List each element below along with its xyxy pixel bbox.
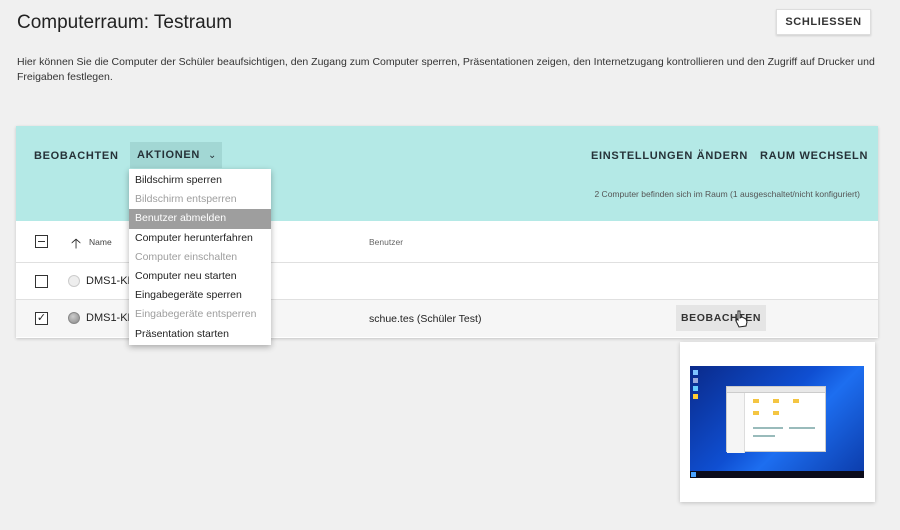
row-checkbox[interactable]	[35, 275, 48, 288]
screen-preview-popup	[680, 342, 875, 502]
desktop-icon	[693, 394, 698, 399]
user-cell: schue.tes (Schüler Test)	[369, 313, 482, 325]
file-entry	[789, 427, 815, 429]
row-observe-button[interactable]: BEOBACHTEN	[676, 305, 766, 331]
row-checkbox-checked[interactable]: ✓	[35, 312, 48, 325]
start-icon	[691, 472, 696, 477]
indeterminate-icon	[38, 240, 45, 243]
desktop-icon	[693, 378, 698, 383]
column-header-user[interactable]: Benutzer	[369, 237, 403, 247]
file-entry	[753, 435, 775, 437]
menu-item-power-on[interactable]: Computer einschalten	[129, 248, 271, 267]
folder-icon	[753, 411, 759, 415]
explorer-window	[726, 386, 826, 453]
menu-item-unlock-screen[interactable]: Bildschirm entsperren	[129, 190, 271, 209]
hand-cursor-icon	[735, 310, 748, 328]
actions-dropdown-button[interactable]: AKTIONEN ⌄	[130, 142, 222, 168]
window-sidebar	[727, 393, 745, 453]
status-off-icon	[68, 275, 80, 287]
change-room-button[interactable]: RAUM WECHSELN	[760, 150, 868, 162]
menu-item-logout-user[interactable]: Benutzer abmelden	[129, 209, 271, 229]
observe-button[interactable]: BEOBACHTEN	[34, 150, 119, 162]
select-all-checkbox[interactable]	[35, 235, 48, 248]
actions-label: AKTIONEN	[137, 149, 201, 161]
page-title: Computerraum: Testraum	[17, 12, 233, 33]
menu-item-unlock-input[interactable]: Eingabegeräte entsperren	[129, 305, 271, 324]
status-on-icon	[68, 312, 80, 324]
room-info-text: 2 Computer befinden sich im Raum (1 ausg…	[594, 189, 860, 199]
folder-icon	[753, 399, 759, 403]
menu-item-lock-screen[interactable]: Bildschirm sperren	[129, 171, 271, 190]
chevron-down-icon: ⌄	[208, 149, 218, 161]
change-settings-button[interactable]: EINSTELLUNGEN ÄNDERN	[591, 150, 748, 162]
actions-menu: Bildschirm sperren Bildschirm entsperren…	[129, 169, 271, 345]
menu-item-restart[interactable]: Computer neu starten	[129, 267, 271, 286]
folder-icon	[793, 399, 799, 403]
menu-item-start-presentation[interactable]: Präsentation starten	[129, 325, 271, 344]
desktop-icon	[693, 370, 698, 375]
folder-icon	[773, 411, 779, 415]
close-button[interactable]: SCHLIESSEN	[776, 9, 871, 35]
file-entry	[753, 427, 783, 429]
sort-ascending-icon[interactable]: 🡡	[71, 233, 81, 257]
taskbar	[690, 471, 864, 478]
page-description: Hier können Sie die Computer der Schüler…	[17, 56, 875, 83]
menu-item-shutdown[interactable]: Computer herunterfahren	[129, 229, 271, 248]
folder-icon	[773, 399, 779, 403]
column-header-name[interactable]: Name	[89, 237, 112, 247]
menu-item-lock-input[interactable]: Eingabegeräte sperren	[129, 286, 271, 305]
screen-thumbnail[interactable]	[690, 366, 864, 478]
desktop-icon	[693, 386, 698, 391]
